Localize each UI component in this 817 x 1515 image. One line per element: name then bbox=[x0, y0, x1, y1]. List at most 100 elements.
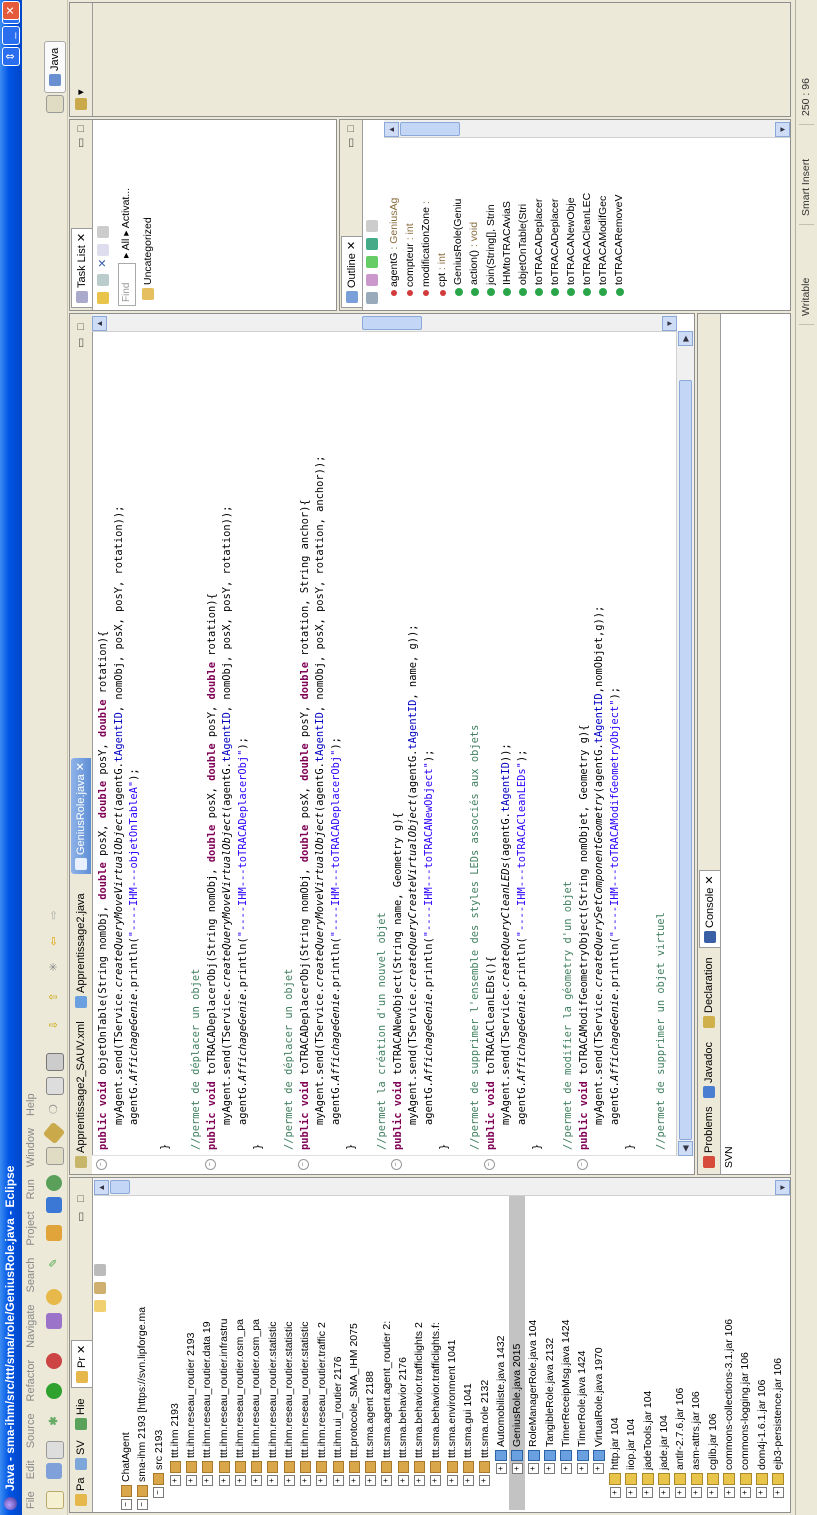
print-icon[interactable] bbox=[46, 1441, 64, 1459]
expand-toggle-icon[interactable]: + bbox=[544, 1463, 556, 1474]
link-with-editor-icon[interactable] bbox=[94, 1281, 107, 1294]
tree-item[interactable]: + ttt.ihm.reseau_routier.osm_pa bbox=[248, 1192, 264, 1510]
expand-toggle-icon[interactable]: + bbox=[674, 1487, 686, 1498]
tab-project-explorer[interactable]: Pr ✕ bbox=[71, 1339, 92, 1388]
tree-item[interactable]: + commons-collections-3.1.jar 106 bbox=[721, 1192, 737, 1510]
view-menu-icon[interactable] bbox=[97, 225, 110, 238]
expand-toggle-icon[interactable]: + bbox=[625, 1487, 637, 1498]
expand-toggle-icon[interactable]: + bbox=[381, 1475, 393, 1486]
scroll-left-arrow[interactable]: ◀ bbox=[678, 1141, 693, 1156]
menu-item[interactable]: Search bbox=[22, 1252, 40, 1299]
view-menu-icon[interactable] bbox=[366, 219, 379, 232]
fold-marker-icon[interactable]: − bbox=[483, 1159, 495, 1170]
expand-toggle-icon[interactable]: + bbox=[316, 1475, 328, 1486]
forward-icon[interactable]: ⇨ bbox=[46, 907, 62, 923]
menu-item[interactable]: Navigate bbox=[22, 1298, 40, 1353]
outline-item[interactable]: IHMtoTRACAviaS bbox=[499, 136, 515, 306]
expand-toggle-icon[interactable]: + bbox=[756, 1487, 768, 1498]
editor-minimize-button[interactable]: ▭ bbox=[71, 334, 91, 352]
scroll-up-arrow[interactable]: ▲ bbox=[384, 122, 399, 137]
editor-horizontal-scrollbar[interactable]: ◀ ▶ bbox=[676, 331, 694, 1156]
outline-item[interactable]: modificationZone : bbox=[418, 136, 434, 306]
expand-toggle-icon[interactable]: + bbox=[218, 1475, 230, 1486]
menu-item[interactable]: Window bbox=[22, 1122, 40, 1173]
tree-item[interactable]: + ttt.sma.behavior.trafficlights 2 bbox=[411, 1192, 427, 1510]
menu-item[interactable]: Help bbox=[22, 1087, 40, 1122]
tree-item[interactable]: + jade.jar 104 bbox=[656, 1192, 672, 1510]
java-perspective-button[interactable]: Java bbox=[44, 40, 66, 93]
expand-toggle-icon[interactable]: + bbox=[462, 1475, 474, 1486]
tab-hierarchy[interactable]: Hie bbox=[71, 1394, 91, 1434]
tree-item[interactable]: + ttt.ihm.reseau_routier 2193 bbox=[183, 1192, 199, 1510]
tree-item[interactable]: + ttt.ihm.ui_routier 2176 bbox=[330, 1192, 346, 1510]
expand-toggle-icon[interactable]: + bbox=[365, 1475, 377, 1486]
expand-toggle-icon[interactable]: − bbox=[120, 1499, 132, 1510]
tree-item[interactable]: + TangibleRole.java 2132 bbox=[542, 1192, 558, 1510]
expand-toggle-icon[interactable]: + bbox=[609, 1487, 621, 1498]
expand-toggle-icon[interactable]: + bbox=[251, 1475, 263, 1486]
tab-outline[interactable]: Outline ✕ bbox=[341, 235, 362, 308]
hide-fields-icon[interactable] bbox=[366, 273, 379, 286]
menu-item[interactable]: Project bbox=[22, 1205, 40, 1251]
menu-item[interactable]: Edit bbox=[22, 1454, 40, 1485]
tree-item[interactable]: + dom4j-1.6.1.jar 106 bbox=[754, 1192, 770, 1510]
outline-item[interactable]: toTRACACleanLEC bbox=[579, 136, 595, 306]
expand-toggle-icon[interactable]: + bbox=[479, 1475, 491, 1486]
tree-item[interactable]: + ttt.ihm.reseau_routier.traffic 2 bbox=[314, 1192, 330, 1510]
tab-apprentissage2-java[interactable]: Apprentissage2.java bbox=[71, 889, 91, 1012]
expand-toggle-icon[interactable]: + bbox=[267, 1475, 279, 1486]
outline-item[interactable]: join(String[], Strin bbox=[483, 136, 499, 306]
expand-toggle-icon[interactable]: + bbox=[348, 1475, 360, 1486]
scroll-down-arrow[interactable]: ▼ bbox=[775, 122, 790, 137]
expand-toggle-icon[interactable]: + bbox=[414, 1475, 426, 1486]
tree-item[interactable]: + ttt.ihm.reseau_routier.statistic bbox=[297, 1192, 313, 1510]
tree-item[interactable]: + antlr-2.7.6.jar 106 bbox=[672, 1192, 688, 1510]
fold-marker-icon[interactable]: − bbox=[390, 1159, 402, 1170]
tree-item[interactable]: + VirtualRole.java 1970 bbox=[591, 1192, 607, 1510]
new-java-project-icon[interactable] bbox=[46, 1313, 62, 1329]
tree-item[interactable]: + ttt.sma.agent.agent_routier 2: bbox=[379, 1192, 395, 1510]
expand-toggle-icon[interactable]: + bbox=[283, 1475, 295, 1486]
expand-toggle-icon[interactable]: + bbox=[772, 1487, 784, 1498]
scroll-thumb[interactable] bbox=[679, 380, 692, 1140]
collapse-icon[interactable] bbox=[97, 243, 110, 256]
menu-item[interactable]: Source bbox=[22, 1407, 40, 1454]
fold-marker-icon[interactable]: − bbox=[96, 1159, 107, 1170]
tab-svn[interactable]: SV bbox=[71, 1436, 91, 1474]
outline-item[interactable]: compteur : int bbox=[402, 136, 418, 306]
tree-item[interactable]: + ttt.sma.behavior.trafficlights.f: bbox=[428, 1192, 444, 1510]
tree-item[interactable]: + ttt.ihm.reseau_routier.statistic bbox=[265, 1192, 281, 1510]
save-icon[interactable] bbox=[46, 1463, 62, 1479]
tab-javadoc[interactable]: Javadoc bbox=[699, 1038, 719, 1102]
expand-toggle-icon[interactable]: + bbox=[446, 1475, 458, 1486]
tree-item[interactable]: + ttt.ihm.reseau_routier.statistic bbox=[281, 1192, 297, 1510]
menu-item[interactable]: File bbox=[22, 1485, 40, 1515]
tree-item[interactable]: + TimerRole.java 1424 bbox=[574, 1192, 590, 1510]
new-file-icon[interactable] bbox=[46, 1491, 64, 1509]
outline-item[interactable]: action() : void bbox=[466, 136, 482, 306]
tree-item[interactable]: + ttt.ihm.reseau_routier.osm_pa bbox=[232, 1192, 248, 1510]
expand-toggle-icon[interactable]: + bbox=[658, 1487, 670, 1498]
expand-toggle-icon[interactable]: + bbox=[723, 1487, 735, 1498]
outline-item[interactable]: toTRACARemoveV bbox=[611, 136, 627, 306]
tree-item[interactable]: + http.jar 104 bbox=[607, 1192, 623, 1510]
tree-item[interactable]: + ttt.sma.agent 2188 bbox=[362, 1192, 378, 1510]
tree-item[interactable]: + jadeTools.jar 104 bbox=[640, 1192, 656, 1510]
sort-icon[interactable] bbox=[366, 292, 379, 304]
scroll-down-arrow[interactable]: ▼ bbox=[662, 316, 677, 331]
annotation-icon[interactable]: ❍ bbox=[46, 1101, 62, 1117]
tree-item[interactable]: + ttt.protocole_SMA_IHM 2075 bbox=[346, 1192, 362, 1510]
outline-item[interactable]: cpt : int bbox=[434, 136, 450, 306]
hide-static-icon[interactable] bbox=[366, 255, 379, 268]
search-icon[interactable] bbox=[46, 1197, 62, 1213]
expand-toggle-icon[interactable]: − bbox=[153, 1487, 165, 1498]
editor-maximize-button[interactable]: □ bbox=[71, 319, 91, 334]
prev-annotation-icon[interactable]: ⇧ bbox=[46, 989, 62, 1005]
maximize-view-button[interactable]: □ bbox=[71, 1191, 91, 1206]
package-tree-scrollbar[interactable]: ▲ ▼ bbox=[94, 1178, 790, 1196]
run-icon[interactable] bbox=[46, 1383, 62, 1399]
fold-marker-icon[interactable]: − bbox=[297, 1159, 309, 1170]
new-task-icon[interactable] bbox=[97, 292, 110, 304]
expand-toggle-icon[interactable]: + bbox=[707, 1487, 719, 1498]
external-tools-icon[interactable] bbox=[46, 1353, 62, 1369]
